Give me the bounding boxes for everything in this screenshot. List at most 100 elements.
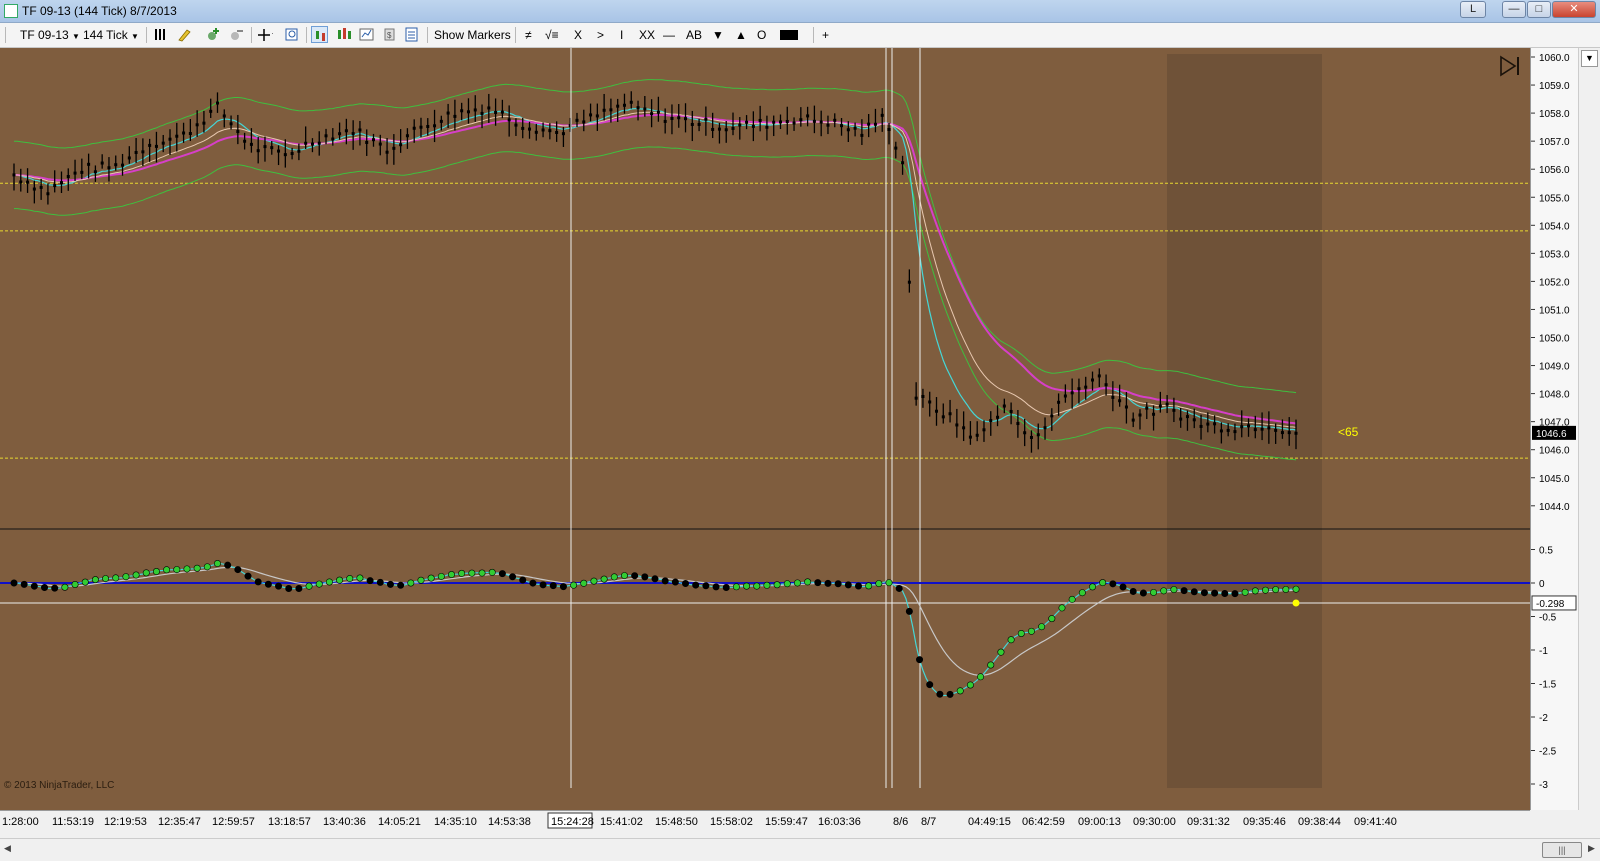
oscillator-dot: [417, 576, 425, 584]
pencil-icon[interactable]: [176, 26, 193, 43]
cursor-time-label: 15:24:28: [551, 816, 594, 828]
price-bar-close: [426, 124, 430, 128]
draw-tool-text[interactable]: AB: [686, 27, 702, 43]
chart-panel[interactable]: © 2013 NinjaTrader, LLC <65: [0, 48, 1530, 810]
price-bar-close: [290, 152, 294, 156]
show-markers-button[interactable]: Show Markers: [434, 27, 511, 43]
zoom-icon[interactable]: [284, 26, 301, 43]
price-bar-close: [724, 128, 728, 132]
draw-tool-vertical-line[interactable]: I: [620, 27, 623, 43]
chevron-down-icon[interactable]: ▼: [1581, 50, 1598, 67]
draw-tool-arrow-down[interactable]: ▼: [712, 27, 724, 43]
oscillator-dot: [163, 566, 171, 574]
draw-tool-ellipse[interactable]: O: [757, 27, 766, 43]
oscillator-dot: [885, 579, 893, 587]
price-bar-close: [46, 192, 50, 196]
price-bar-close: [385, 150, 389, 154]
scroll-thumb[interactable]: |||: [1542, 842, 1582, 858]
oscillator-dot: [1119, 583, 1127, 591]
price-bar-close: [833, 118, 837, 122]
price-bar-close: [663, 119, 667, 123]
price-bar-close: [331, 137, 335, 141]
instrument-dropdown[interactable]: TF 09-13 ▼: [20, 27, 80, 43]
jump-to-end-icon[interactable]: [1498, 54, 1522, 78]
oscillator-dot: [1089, 583, 1097, 591]
crosshair-icon[interactable]: [256, 26, 273, 43]
oscillator-dot: [488, 568, 496, 576]
svg-text:$: $: [387, 31, 392, 40]
minimize-icon[interactable]: —: [1502, 1, 1526, 18]
chevron-down-icon: ▼: [72, 32, 80, 41]
price-bar-close: [982, 428, 986, 432]
draw-tool-arrow[interactable]: >: [597, 27, 604, 43]
scroll-right-icon[interactable]: ▶: [1588, 843, 1595, 854]
price-bar-close: [19, 180, 23, 184]
price-tick-label: 1059.0: [1539, 81, 1570, 92]
draw-tool-rectangle[interactable]: [780, 30, 798, 40]
horizontal-scrollbar[interactable]: ◀ ||| ▶: [0, 838, 1600, 861]
current-oscillator-dot: [1292, 599, 1300, 607]
scroll-left-icon[interactable]: ◀: [4, 843, 11, 854]
draw-tool-extended-line[interactable]: XX: [639, 27, 655, 43]
price-bar-close: [1050, 414, 1054, 418]
price-bar-close: [1002, 404, 1006, 408]
oscillator-tick-label: -2: [1539, 713, 1548, 724]
add-indicator-icon[interactable]: [205, 26, 222, 43]
price-bar-close: [134, 150, 138, 154]
price-bar-close: [1233, 430, 1237, 434]
draw-tool-x[interactable]: X: [574, 27, 582, 43]
vertical-scrollbar[interactable]: ▼: [1578, 48, 1600, 810]
oscillator-dot: [275, 582, 283, 590]
oscillator-dot: [590, 577, 598, 585]
price-bar-close: [1179, 417, 1183, 421]
price-bar-close: [1253, 428, 1257, 432]
remove-indicator-icon[interactable]: [228, 26, 245, 43]
price-bar-close: [419, 125, 423, 129]
data-box-icon[interactable]: [403, 26, 420, 43]
oscillator-dot: [905, 607, 913, 615]
price-bar-close: [962, 426, 966, 430]
time-tick-label: 09:00:13: [1078, 816, 1121, 828]
oscillator-dot: [51, 584, 59, 592]
close-icon[interactable]: ✕: [1552, 1, 1596, 18]
price-bar-close: [1145, 406, 1149, 410]
price-bar-close: [1280, 431, 1284, 435]
toolbar-separator: [306, 27, 307, 43]
price-bar-close: [32, 187, 36, 191]
price-bar-close: [1287, 431, 1291, 435]
oscillator-tick-label: -1: [1539, 646, 1548, 657]
price-tick-label: 1057.0: [1539, 137, 1570, 148]
price-bar-close: [1165, 402, 1169, 406]
draw-tool-fibonacci[interactable]: √≡: [545, 27, 559, 43]
price-bar-close: [846, 128, 850, 132]
bar-style-icon[interactable]: [152, 26, 169, 43]
chart-trader-icon[interactable]: [311, 26, 328, 43]
link-button[interactable]: L: [1460, 1, 1486, 18]
maximize-icon[interactable]: □: [1527, 1, 1551, 18]
properties-icon[interactable]: [358, 26, 375, 43]
draw-tool-horizontal-line[interactable]: —: [663, 27, 675, 43]
price-bar-close: [433, 124, 437, 128]
oscillator-dot: [1241, 588, 1249, 596]
price-bar-close: [555, 130, 559, 134]
oscillator-dot: [580, 579, 588, 587]
strategy-icon[interactable]: $: [381, 26, 398, 43]
interval-dropdown[interactable]: 144 Tick ▼: [83, 27, 139, 43]
price-axis[interactable]: 1060.0 1059.0 1058.0 1057.0 1056.0 1055.0 1054…: [1530, 48, 1579, 810]
price-bar-close: [812, 119, 816, 123]
data-series-icon[interactable]: [336, 26, 353, 43]
oscillator-dot: [325, 578, 333, 586]
draw-tool-ray[interactable]: ≠: [525, 27, 532, 43]
draw-tool-arrow-up[interactable]: ▲: [735, 27, 747, 43]
oscillator-dot: [661, 577, 669, 585]
add-toolbar-item-button[interactable]: +: [822, 27, 829, 43]
price-bar-close: [921, 394, 925, 398]
price-bar-close: [66, 174, 70, 178]
oscillator-dot: [997, 648, 1005, 656]
time-axis[interactable]: 1:28:00 11:53:19 12:19:53 12:35:47 12:59:57 1…: [0, 810, 1530, 831]
lower-band-line: [14, 146, 1297, 461]
price-bar-close: [73, 171, 77, 175]
price-bar-close: [785, 119, 789, 123]
chart-canvas[interactable]: [0, 48, 1530, 810]
oscillator-dot: [254, 578, 262, 586]
